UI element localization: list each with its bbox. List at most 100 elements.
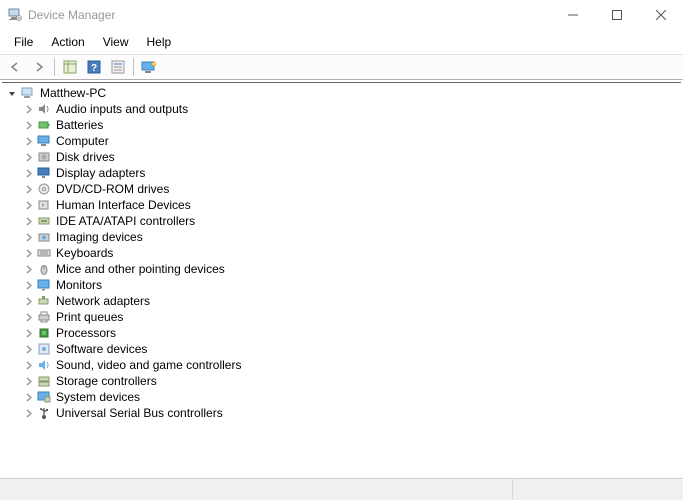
minimize-button[interactable] (551, 0, 595, 30)
computer-icon (36, 134, 52, 148)
tree-category[interactable]: Audio inputs and outputs (2, 101, 681, 117)
properties-button[interactable] (107, 57, 129, 77)
expand-icon[interactable] (22, 247, 34, 259)
tree-category[interactable]: Computer (2, 133, 681, 149)
tree-category-label: Processors (56, 326, 116, 340)
tree-category-label: System devices (56, 390, 140, 404)
tree-category[interactable]: IDE ATA/ATAPI controllers (2, 213, 681, 229)
expand-icon[interactable] (22, 151, 34, 163)
expand-icon[interactable] (22, 311, 34, 323)
statusbar-pane (513, 479, 683, 500)
tree-category-label: Display adapters (56, 166, 145, 180)
tree-category-label: DVD/CD-ROM drives (56, 182, 169, 196)
monitor-icon (36, 278, 52, 292)
disk-icon (36, 150, 52, 164)
expand-icon[interactable] (22, 343, 34, 355)
maximize-button[interactable] (595, 0, 639, 30)
window-title: Device Manager (28, 8, 115, 22)
back-button[interactable] (4, 57, 26, 77)
expand-icon[interactable] (22, 295, 34, 307)
tree-category-label: Audio inputs and outputs (56, 102, 188, 116)
tree-category[interactable]: Software devices (2, 341, 681, 357)
tree-category[interactable]: Storage controllers (2, 373, 681, 389)
tree-category-label: Print queues (56, 310, 123, 324)
tree-category-label: Human Interface Devices (56, 198, 191, 212)
help-button[interactable]: ? (83, 57, 105, 77)
collapse-icon[interactable] (6, 87, 18, 99)
mouse-icon (36, 262, 52, 276)
display-icon (36, 166, 52, 180)
svg-text:?: ? (91, 63, 97, 74)
expand-icon[interactable] (22, 103, 34, 115)
scan-hardware-button[interactable] (138, 57, 160, 77)
tree-category[interactable]: Sound, video and game controllers (2, 357, 681, 373)
tree-category[interactable]: Processors (2, 325, 681, 341)
speaker-icon (36, 102, 52, 116)
tree-category[interactable]: Keyboards (2, 245, 681, 261)
expand-icon[interactable] (22, 167, 34, 179)
statusbar-pane (0, 479, 513, 500)
hid-icon (36, 198, 52, 212)
tree-category[interactable]: Disk drives (2, 149, 681, 165)
ide-icon (36, 214, 52, 228)
tree-category[interactable]: Display adapters (2, 165, 681, 181)
system-icon (36, 390, 52, 404)
tree-category[interactable]: Batteries (2, 117, 681, 133)
computer-icon (20, 86, 36, 100)
tree-category[interactable]: Human Interface Devices (2, 197, 681, 213)
toolbar-separator (133, 58, 134, 76)
tree-category[interactable]: Universal Serial Bus controllers (2, 405, 681, 421)
toolbar-separator (54, 58, 55, 76)
show-hide-tree-button[interactable] (59, 57, 81, 77)
tree-category[interactable]: Monitors (2, 277, 681, 293)
close-button[interactable] (639, 0, 683, 30)
tree-category-label: Software devices (56, 342, 147, 356)
app-icon (8, 8, 22, 22)
tree-category[interactable]: Network adapters (2, 293, 681, 309)
expand-icon[interactable] (22, 231, 34, 243)
imaging-icon (36, 230, 52, 244)
tree-root-node[interactable]: Matthew-PC (2, 85, 681, 101)
expand-icon[interactable] (22, 327, 34, 339)
expand-icon[interactable] (22, 183, 34, 195)
titlebar[interactable]: Device Manager (0, 0, 683, 30)
expand-icon[interactable] (22, 391, 34, 403)
network-icon (36, 294, 52, 308)
toolbar: ? (0, 54, 683, 80)
menu-action[interactable]: Action (43, 33, 92, 51)
menubar: File Action View Help (0, 30, 683, 54)
tree-category-label: Batteries (56, 118, 103, 132)
expand-icon[interactable] (22, 279, 34, 291)
tree-category-label: Sound, video and game controllers (56, 358, 241, 372)
expand-icon[interactable] (22, 135, 34, 147)
statusbar (0, 478, 683, 500)
dvd-icon (36, 182, 52, 196)
usb-icon (36, 406, 52, 420)
tree-category[interactable]: System devices (2, 389, 681, 405)
tree-category-label: IDE ATA/ATAPI controllers (56, 214, 195, 228)
tree-root-label: Matthew-PC (40, 86, 106, 100)
tree-category-label: Monitors (56, 278, 102, 292)
forward-button[interactable] (28, 57, 50, 77)
tree-category[interactable]: Imaging devices (2, 229, 681, 245)
tree-category-label: Disk drives (56, 150, 115, 164)
menu-help[interactable]: Help (139, 33, 180, 51)
tree-category[interactable]: Mice and other pointing devices (2, 261, 681, 277)
menu-file[interactable]: File (6, 33, 41, 51)
tree-category[interactable]: Print queues (2, 309, 681, 325)
tree-category[interactable]: DVD/CD-ROM drives (2, 181, 681, 197)
tree-category-label: Keyboards (56, 246, 113, 260)
menu-view[interactable]: View (95, 33, 137, 51)
storage-icon (36, 374, 52, 388)
window-controls (551, 0, 683, 30)
tree-category-label: Universal Serial Bus controllers (56, 406, 223, 420)
expand-icon[interactable] (22, 359, 34, 371)
tree-category-label: Mice and other pointing devices (56, 262, 225, 276)
device-tree[interactable]: Matthew-PC Audio inputs and outputs Batter… (2, 82, 681, 476)
expand-icon[interactable] (22, 119, 34, 131)
expand-icon[interactable] (22, 407, 34, 419)
expand-icon[interactable] (22, 215, 34, 227)
expand-icon[interactable] (22, 199, 34, 211)
expand-icon[interactable] (22, 375, 34, 387)
expand-icon[interactable] (22, 263, 34, 275)
